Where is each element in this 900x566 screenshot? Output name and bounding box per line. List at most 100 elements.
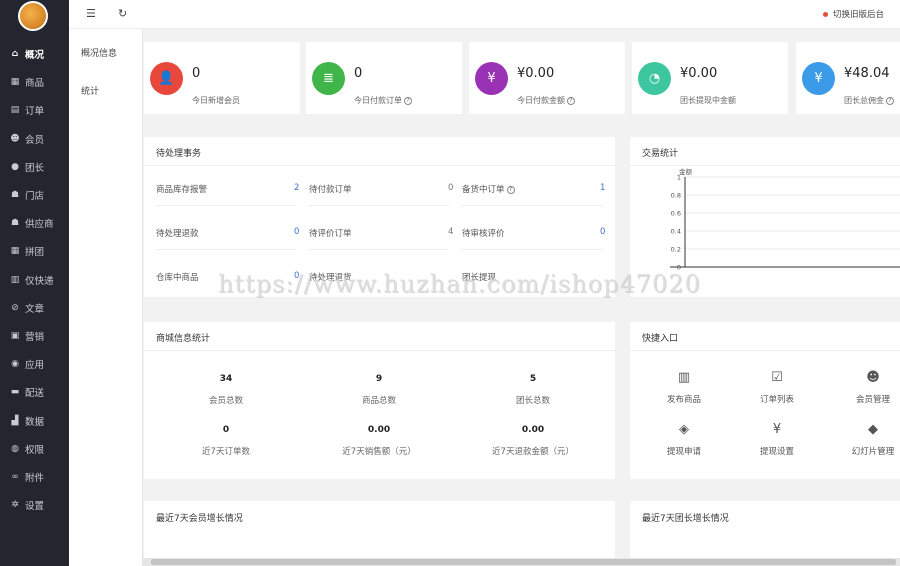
mall-panel: 商城信息统计 34 会员总数 9 商品总数 5 团长总数 0 近7天订单数 0.00 近7天销售额… xyxy=(144,322,615,479)
horizontal-scrollbar[interactable] xyxy=(143,558,900,566)
sidebar-item-5[interactable]: ☗ 门店 xyxy=(0,181,69,209)
quick-entry-label: 发布商品 xyxy=(666,395,701,405)
stat-value: ¥48.04 xyxy=(844,66,890,81)
group-buy-icon: ▦ xyxy=(10,246,20,257)
todo-item-label[interactable]: 待付款订单 xyxy=(309,183,352,195)
sidebar-item-label: 营销 xyxy=(25,331,45,343)
sidebar-item-4[interactable]: ● 团长 xyxy=(0,153,69,181)
stat-card[interactable]: ¥ ¥0.00 今日付款金额? xyxy=(469,42,625,114)
todo-item-value[interactable]: 0 xyxy=(294,227,299,237)
mall-stat-label: 近7天订单数 xyxy=(202,447,250,457)
todo-item-value[interactable]: 2 xyxy=(294,183,299,193)
sidebar-item-6[interactable]: ☗ 供应商 xyxy=(0,209,69,237)
help-icon[interactable]: ? xyxy=(567,96,575,105)
sidebar-item-label: 仅快递 xyxy=(25,275,54,287)
sidebar-item-11[interactable]: ◉ 应用 xyxy=(0,350,69,378)
todo-item-label[interactable]: 待处理退款 xyxy=(156,227,199,239)
sidebar-item-12[interactable]: ▬ 配送 xyxy=(0,378,69,406)
quick-entry-label: 订单列表 xyxy=(759,395,794,405)
sidebar-item-label: 商品 xyxy=(25,78,45,90)
store-logo[interactable] xyxy=(18,1,48,31)
sidebar-item-label: 供应商 xyxy=(25,219,54,231)
sidebar-item-14[interactable]: ◍ 权限 xyxy=(0,435,69,463)
submenu-item-overview[interactable]: 概况信息 xyxy=(81,46,117,59)
sidebar-item-label: 概况 xyxy=(25,50,45,62)
stat-label-text: 今日付款金额 xyxy=(517,96,565,105)
watermark-text: https://www.huzhan.com/ishop47020 xyxy=(218,270,701,298)
sidebar-item-3[interactable]: ☻ 会员 xyxy=(0,125,69,153)
quick-panel: 快捷入口 ▥ 发布商品 ☑ 订单列表 ☻ 会员管理 ◈ 提现申请 ¥ 提现设置 ◆ 幻灯片管理 xyxy=(630,322,900,479)
todo-item-label[interactable]: 仓库中商品 xyxy=(156,271,199,283)
help-icon[interactable]: ? xyxy=(404,96,412,105)
todo-item-label[interactable]: 待评价订单 xyxy=(309,227,352,239)
settings-icon: ✲ xyxy=(11,500,19,511)
quick-entry-label: 提现设置 xyxy=(759,447,794,457)
todo-divider xyxy=(156,249,296,250)
mall-stat-label: 团长总数 xyxy=(515,396,550,406)
todo-item-label[interactable]: 待审核评价 xyxy=(462,227,505,239)
sidebar-item-7[interactable]: ▦ 拼团 xyxy=(0,237,69,265)
menu-toggle-icon[interactable]: ☰ xyxy=(86,7,96,20)
sidebar-item-1[interactable]: ▦ 商品 xyxy=(0,68,69,96)
mall-stat-label: 商品总数 xyxy=(361,396,396,406)
stat-label-text: 团长提现中金额 xyxy=(680,96,736,105)
marketing-icon: ▣ xyxy=(10,330,20,341)
help-icon[interactable]: ? xyxy=(886,96,894,105)
quick-entry[interactable]: ◈ 提现申请 xyxy=(634,422,734,457)
sidebar-item-0[interactable]: ⌂ 概况 xyxy=(0,40,69,68)
stat-value: 0 xyxy=(354,66,363,81)
sidebar-nav: ⌂ 概况 ▦ 商品 ▤ 订单 ☻ 会员 ● 团长 ☗ 门店 ☗ 供应商 ▦ 拼团 ▥ 仅快递 ⊘ 文章 ▣ 营销 ◉ 应用 ▬ 配… xyxy=(0,40,69,519)
todo-item-value[interactable]: 0 xyxy=(600,227,605,237)
stat-card[interactable]: ¥ ¥48.04 团长总佣金? xyxy=(796,42,900,114)
stat-card[interactable]: ◔ ¥0.00 团长提现中金额 xyxy=(632,42,788,114)
quick-entry[interactable]: ☑ 订单列表 xyxy=(727,370,827,405)
supplier-icon: ☗ xyxy=(10,218,20,229)
mall-stat-value: 5 xyxy=(529,374,537,384)
stat-value: ¥0.00 xyxy=(517,66,555,81)
help-icon[interactable]: ? xyxy=(506,185,515,194)
quick-entry[interactable]: ☻ 会员管理 xyxy=(823,370,900,405)
mall-stat-label: 会员总数 xyxy=(208,396,243,406)
sidebar-item-16[interactable]: ✲ 设置 xyxy=(0,491,69,519)
sidebar-item-label: 会员 xyxy=(25,134,45,146)
mall-stat-value: 0.00 xyxy=(367,425,391,435)
todo-item-label[interactable]: 备货中订单? xyxy=(462,183,515,195)
sidebar-item-10[interactable]: ▣ 营销 xyxy=(0,322,69,350)
quick-entry[interactable]: ▥ 发布商品 xyxy=(634,370,734,405)
mall-stat-value: 0 xyxy=(222,425,230,435)
sidebar-item-13[interactable]: ▟ 数据 xyxy=(0,406,69,434)
submenu-item-stats[interactable]: 统计 xyxy=(81,84,99,97)
todo-divider xyxy=(144,165,615,166)
todo-item-label[interactable]: 商品库存报警 xyxy=(156,183,207,195)
stat-card[interactable]: 👤 0 今日新增会员 xyxy=(144,42,300,114)
stat-value: ¥0.00 xyxy=(680,66,718,81)
sidebar-item-2[interactable]: ▤ 订单 xyxy=(0,96,69,124)
sidebar-item-15[interactable]: ∞ 附件 xyxy=(0,463,69,491)
stat-label: 今日新增会员 xyxy=(192,95,240,106)
leader-icon: ● xyxy=(11,161,19,172)
article-icon: ⊘ xyxy=(11,302,19,313)
switch-old-version-link[interactable]: 切换旧版后台 xyxy=(822,8,884,20)
scrollbar-thumb[interactable] xyxy=(151,559,896,565)
todo-item-value[interactable]: 4 xyxy=(448,227,453,237)
quick-entry[interactable]: ◆ 幻灯片管理 xyxy=(823,422,900,457)
status-dot xyxy=(822,11,828,17)
refresh-icon[interactable]: ↻ xyxy=(118,7,127,20)
member-icon: ☻ xyxy=(10,133,20,144)
leader-growth-title: 最近7天团长增长情况 xyxy=(642,514,729,524)
goods-icon: ▦ xyxy=(10,77,20,88)
delivery-icon: ▬ xyxy=(10,387,20,398)
sidebar-item-9[interactable]: ⊘ 文章 xyxy=(0,294,69,322)
mall-divider xyxy=(144,350,615,351)
stat-label: 团长总佣金? xyxy=(844,95,894,106)
stat-card[interactable]: ≣ 0 今日付款订单? xyxy=(306,42,462,114)
quick-entry[interactable]: ¥ 提现设置 xyxy=(727,422,827,457)
todo-item-value[interactable]: 0 xyxy=(448,183,453,193)
sidebar-item-8[interactable]: ▥ 仅快递 xyxy=(0,266,69,294)
sidebar-item-label: 附件 xyxy=(25,472,45,484)
sidebar-item-label: 权限 xyxy=(25,444,45,456)
trade-divider xyxy=(630,165,900,166)
todo-title: 待处理事务 xyxy=(156,149,202,159)
todo-item-value[interactable]: 1 xyxy=(600,183,605,193)
member-growth-panel: 最近7天会员增长情况 xyxy=(144,501,615,566)
